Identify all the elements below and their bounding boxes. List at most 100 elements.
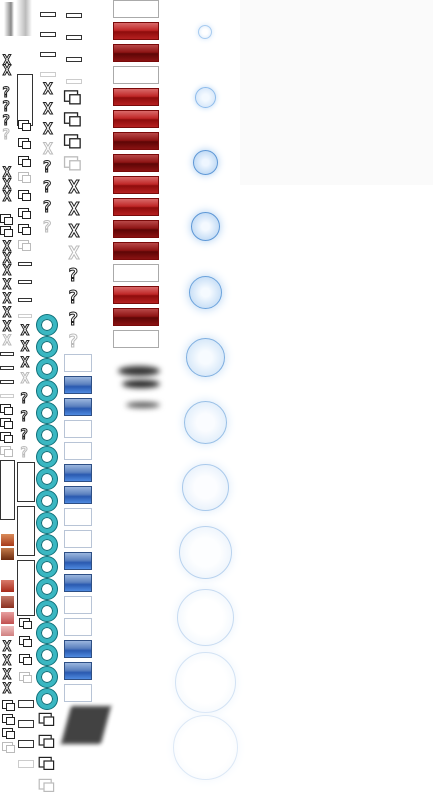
window-frame xyxy=(17,462,35,502)
help-icon: ? xyxy=(19,445,29,461)
close-icon: X xyxy=(2,319,12,335)
restore-icon xyxy=(18,224,32,236)
red-button xyxy=(113,286,159,304)
glow-orb-icon xyxy=(195,87,216,108)
restore-icon xyxy=(19,654,33,666)
help-icon: ? xyxy=(1,113,11,129)
minimize-icon xyxy=(18,314,32,318)
close-icon: X xyxy=(20,355,30,371)
red-button-blank xyxy=(113,264,159,282)
color-swatch xyxy=(1,596,14,608)
close-icon: X xyxy=(2,639,12,655)
close-icon: X xyxy=(68,199,80,220)
shadow-streak xyxy=(126,402,160,408)
blue-button xyxy=(64,486,92,504)
restore-icon xyxy=(2,742,16,754)
minimize-icon xyxy=(18,262,32,266)
restore-icon xyxy=(63,156,82,172)
ring-icon xyxy=(37,315,57,335)
minimize-icon xyxy=(66,35,82,40)
glow-orb-icon xyxy=(173,715,238,780)
restore-icon xyxy=(0,446,14,458)
close-icon: X xyxy=(2,333,12,349)
restore-icon xyxy=(2,728,16,740)
ring-icon xyxy=(37,403,57,423)
blue-button-blank xyxy=(64,508,92,526)
window-frame xyxy=(17,74,33,126)
window-frame xyxy=(17,506,35,556)
color-swatch xyxy=(1,534,14,546)
close-icon: X xyxy=(2,263,12,279)
close-icon: X xyxy=(2,189,12,205)
blue-button-blank xyxy=(64,684,92,702)
glow-orb-icon xyxy=(193,150,218,175)
close-icon: X xyxy=(20,371,30,387)
red-button-blank xyxy=(113,0,159,18)
shadow-smear xyxy=(4,2,14,36)
shadow-blob xyxy=(60,706,112,744)
restore-icon xyxy=(18,240,32,252)
blue-button-blank xyxy=(64,442,92,460)
restore-icon xyxy=(18,190,32,202)
close-icon: X xyxy=(43,139,54,158)
ring-icon xyxy=(37,381,57,401)
blue-button xyxy=(64,376,92,394)
shadow-smear xyxy=(16,0,32,36)
red-button xyxy=(113,198,159,216)
restore-icon xyxy=(18,156,32,168)
window-frame xyxy=(0,460,15,520)
color-swatch xyxy=(1,548,14,560)
minimize-icon xyxy=(0,366,14,370)
minimize-icon xyxy=(66,13,82,18)
restore-icon xyxy=(18,120,32,132)
close-icon: X xyxy=(68,243,80,264)
red-button xyxy=(113,22,159,40)
blue-button-blank xyxy=(64,530,92,548)
minimize-icon xyxy=(66,57,82,62)
minimize-icon xyxy=(40,12,56,17)
shadow-streak xyxy=(118,366,160,376)
restore-icon xyxy=(18,208,32,220)
restore-icon xyxy=(19,672,33,684)
help-icon: ? xyxy=(1,127,11,143)
restore-icon xyxy=(0,432,14,444)
close-icon: X xyxy=(43,99,54,118)
glow-orb-icon xyxy=(179,526,232,579)
minimize-icon xyxy=(66,79,82,84)
close-icon: X xyxy=(2,681,12,697)
minimize-icon xyxy=(18,760,34,768)
close-icon: X xyxy=(68,177,80,198)
ring-icon xyxy=(37,447,57,467)
close-icon: X xyxy=(2,277,12,293)
blue-button xyxy=(64,552,92,570)
restore-icon xyxy=(0,226,14,238)
close-icon: X xyxy=(43,79,54,98)
glow-orb-icon xyxy=(175,652,236,713)
blue-button xyxy=(64,574,92,592)
help-icon: ? xyxy=(42,177,53,196)
restore-icon xyxy=(0,418,14,430)
close-icon: X xyxy=(20,323,30,339)
ring-icon xyxy=(37,557,57,577)
ring-icon xyxy=(37,689,57,709)
blue-button-blank xyxy=(64,354,92,372)
glow-orb-icon xyxy=(186,338,225,377)
ring-icon xyxy=(37,359,57,379)
icon-column-b: X X X X ? ? ? ? xyxy=(16,0,36,798)
minimize-icon xyxy=(0,352,14,356)
minimize-icon xyxy=(0,394,14,398)
close-icon: X xyxy=(2,667,12,683)
restore-icon xyxy=(2,700,16,712)
close-icon: X xyxy=(43,119,54,138)
color-swatch xyxy=(1,626,14,636)
restore-icon xyxy=(0,214,14,226)
glow-orb-icon xyxy=(177,589,234,646)
help-icon: ? xyxy=(1,99,11,115)
glow-orb-icon xyxy=(198,25,212,39)
help-icon: ? xyxy=(19,391,29,407)
minimize-icon xyxy=(18,298,32,302)
close-icon: X xyxy=(2,305,12,321)
red-button xyxy=(113,110,159,128)
restore-icon xyxy=(38,712,56,727)
ring-icon xyxy=(37,535,57,555)
